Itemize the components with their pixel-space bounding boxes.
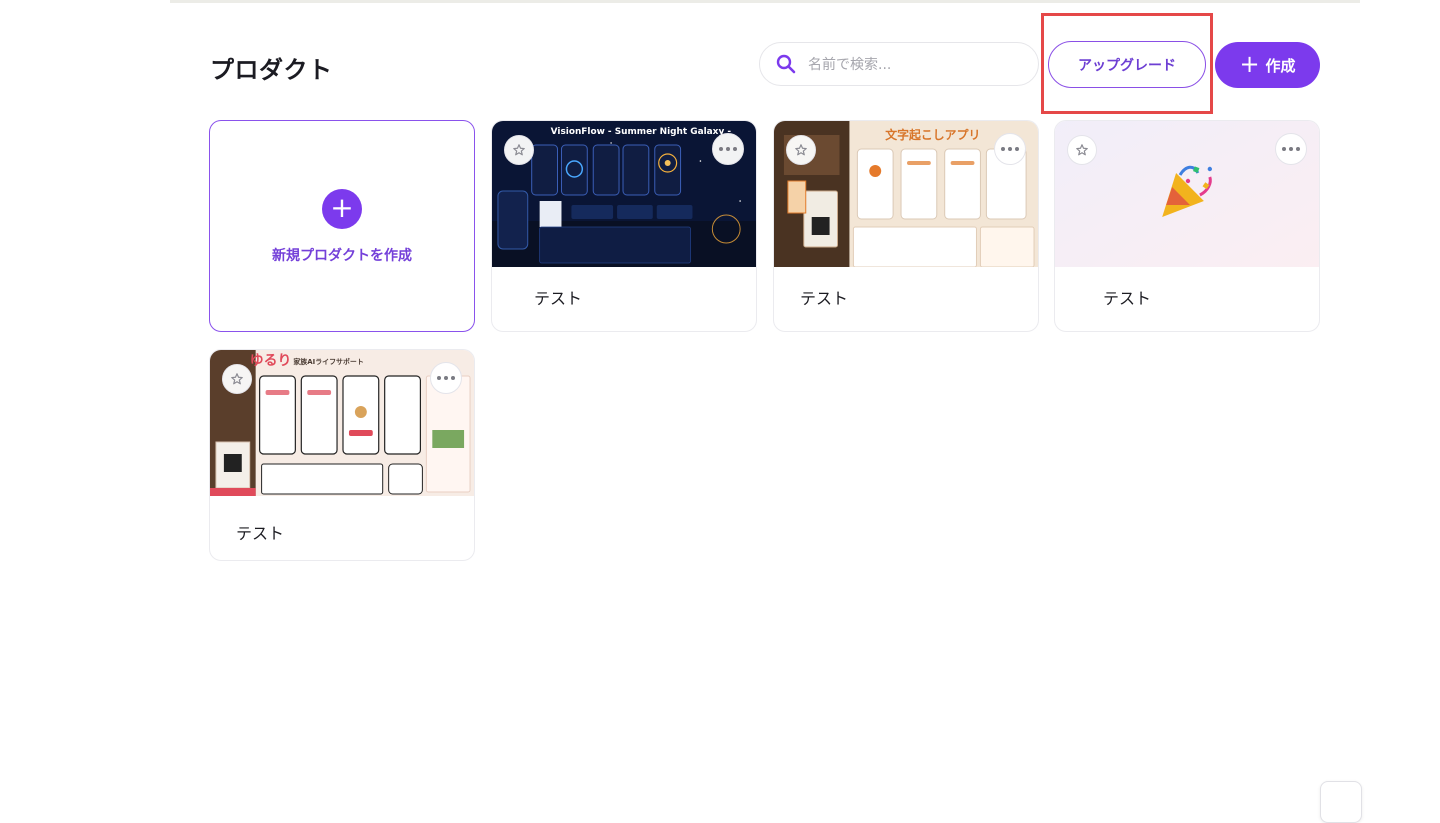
thumbnail-subtitle: 家族AIライフサポート: [293, 357, 363, 366]
product-card[interactable]: 文字起こしアプリ テスト: [773, 120, 1039, 332]
new-product-card[interactable]: + 新規プロダクトを作成: [209, 120, 475, 332]
star-icon: [513, 144, 525, 156]
more-options-button[interactable]: [712, 133, 744, 165]
product-name: テスト: [1103, 289, 1152, 308]
favorite-button[interactable]: [786, 135, 816, 165]
product-name: テスト: [236, 524, 285, 543]
product-card[interactable]: VisionFlow - Summer Night Galaxy - テスト: [491, 120, 757, 332]
star-icon: [231, 373, 243, 385]
create-button-label: 作成: [1265, 56, 1296, 75]
top-divider: [170, 0, 1360, 3]
star-icon: [795, 144, 807, 156]
page-title: プロダクト: [210, 56, 333, 84]
new-product-label: 新規プロダクトを作成: [272, 248, 412, 264]
product-card[interactable]: テスト: [1054, 120, 1320, 332]
favorite-button[interactable]: [504, 135, 534, 165]
product-card[interactable]: ゆるり 家族AIライフサポート テスト: [209, 349, 475, 561]
search-box[interactable]: [759, 42, 1039, 87]
more-options-button[interactable]: [1275, 133, 1307, 165]
search-icon: [776, 54, 796, 74]
upgrade-button[interactable]: アップグレード: [1048, 41, 1206, 88]
favorite-button[interactable]: [222, 364, 252, 394]
create-button[interactable]: + 作成: [1215, 42, 1320, 88]
thumbnail-title: 文字起こしアプリ: [885, 127, 980, 142]
product-name: テスト: [534, 289, 583, 308]
thumbnail-logo: ゆるり: [250, 353, 292, 369]
plus-icon: +: [322, 189, 362, 229]
star-icon: [1076, 144, 1088, 156]
thumbnail-title: VisionFlow - Summer Night Galaxy -: [551, 127, 732, 137]
product-name: テスト: [800, 289, 849, 308]
more-options-button[interactable]: [994, 133, 1026, 165]
more-options-button[interactable]: [430, 362, 462, 394]
favorite-button[interactable]: [1067, 135, 1097, 165]
floating-widget[interactable]: [1320, 781, 1362, 823]
search-input[interactable]: [806, 43, 1030, 87]
plus-icon: +: [1239, 50, 1260, 78]
